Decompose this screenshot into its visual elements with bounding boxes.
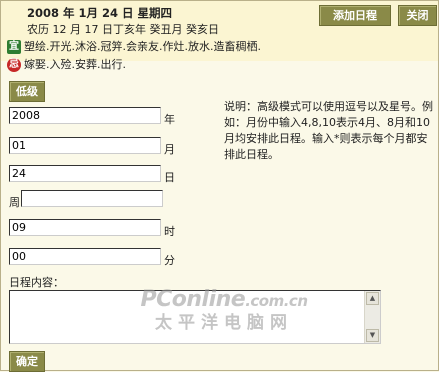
add-schedule-button[interactable]: 添加日程 [319,5,391,26]
day-input[interactable] [9,165,161,182]
confirm-button[interactable]: 确定 [9,351,45,372]
textarea-scrollbar[interactable]: ▲ ▼ [364,291,380,343]
close-button[interactable]: 关闭 [398,5,437,26]
inauspicious-icon: 忌 [7,58,21,72]
date-title: 2008 年 1月 24 日 星期四 [27,6,173,20]
content-textarea[interactable]: ▲ ▼ [9,290,381,344]
inauspicious-row: 忌嫁娶.入殓.安葬.出行. [7,56,126,72]
minute-label: 分 [164,254,175,267]
week-label: 周 [9,196,20,209]
auspicious-row: 宜塑绘.开光.沐浴.冠笄.会亲友.作灶.放水.造畜稠栖. [7,38,261,54]
hour-label: 时 [164,225,175,238]
month-input[interactable] [9,137,161,154]
year-input[interactable] [9,107,161,124]
advanced-mode-note: 说明：高级模式可以使用逗号以及星号。例如：月份中输入4,8,10表示4月、8月和… [224,100,433,161]
scroll-up-icon[interactable]: ▲ [366,292,379,305]
auspicious-icon: 宜 [7,40,21,54]
schedule-dialog: 2008 年 1月 24 日 星期四 农历 12 月 17 日丁亥年 癸丑月 癸… [0,0,439,372]
scroll-down-icon[interactable]: ▼ [366,329,379,342]
content-label: 日程内容： [9,276,64,289]
lunar-date: 农历 12 月 17 日丁亥年 癸丑月 癸亥日 [27,23,219,36]
week-input[interactable] [21,190,163,207]
inauspicious-text: 嫁娶.入殓.安葬.出行. [24,58,126,71]
day-label: 日 [164,171,175,184]
month-label: 月 [164,143,175,156]
hour-input[interactable] [9,219,161,236]
year-label: 年 [164,113,175,126]
basic-mode-button[interactable]: 低级 [9,81,45,102]
minute-input[interactable] [9,248,161,265]
auspicious-text: 塑绘.开光.沐浴.冠笄.会亲友.作灶.放水.造畜稠栖. [24,40,261,53]
